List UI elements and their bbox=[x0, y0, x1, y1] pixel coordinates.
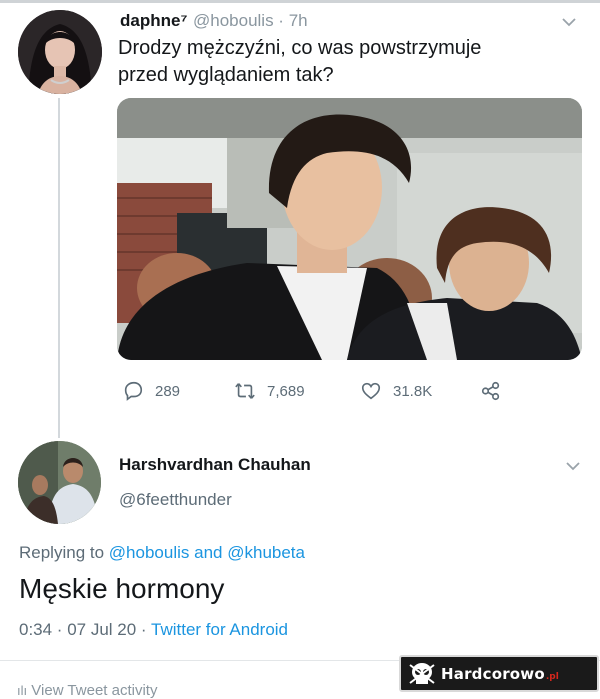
like-action[interactable]: 31.8K bbox=[360, 378, 432, 404]
activity-icon: ılı bbox=[17, 683, 28, 698]
retweet-count: 7,689 bbox=[267, 382, 305, 400]
reply-action[interactable]: 289 bbox=[122, 378, 180, 404]
comment-icon bbox=[124, 381, 143, 401]
chevron-down-icon[interactable] bbox=[562, 14, 576, 27]
heart-icon bbox=[361, 382, 381, 400]
avatar[interactable] bbox=[18, 10, 102, 94]
share-icon bbox=[481, 381, 500, 401]
source-link[interactable]: Twitter for Android bbox=[151, 620, 288, 639]
replying-and: and bbox=[194, 543, 223, 562]
reply-text: Męskie hormony bbox=[19, 573, 225, 604]
retweet-action[interactable]: 7,689 bbox=[234, 378, 305, 404]
watermark: Hardcorowo .pl bbox=[399, 655, 599, 692]
top-border bbox=[0, 0, 600, 3]
watermark-text: Hardcorowo bbox=[441, 664, 545, 683]
tweet-photo[interactable] bbox=[117, 98, 582, 360]
author-name[interactable]: daphne⁷ bbox=[120, 11, 187, 31]
watermark-suffix: .pl bbox=[545, 671, 559, 682]
reply-author-handle[interactable]: @6feetthunder bbox=[119, 490, 232, 510]
tweet-text-line: Drodzy mężczyźni, co was powstrzymuje bbox=[118, 37, 482, 59]
replying-prefix: Replying to bbox=[19, 543, 105, 562]
chevron-down-icon[interactable] bbox=[566, 458, 580, 471]
reply-author-name[interactable]: Harshvardhan Chauhan bbox=[119, 455, 311, 475]
thread-line bbox=[58, 98, 60, 438]
retweet-icon bbox=[235, 383, 255, 399]
replying-to: Replying to @hoboulis and @khubeta bbox=[19, 543, 305, 563]
mention-link[interactable]: @hoboulis bbox=[109, 543, 190, 562]
tweet-text: Drodzy mężczyźni, co was powstrzymuje pr… bbox=[118, 35, 558, 89]
like-count: 31.8K bbox=[393, 382, 433, 400]
tweet-text-line: przed wyglądaniem tak? bbox=[118, 64, 334, 86]
avatar[interactable] bbox=[18, 441, 101, 524]
author-handle-time[interactable]: @hoboulis · 7h bbox=[193, 11, 308, 31]
reply-count: 289 bbox=[155, 382, 181, 400]
share-action[interactable] bbox=[480, 378, 513, 404]
view-activity-link[interactable]: ılı View Tweet activity bbox=[17, 682, 157, 699]
activity-label: View Tweet activity bbox=[31, 682, 158, 699]
skull-icon bbox=[409, 662, 435, 684]
mention-link[interactable]: @khubeta bbox=[227, 543, 305, 562]
timestamp: 0:34 · 07 Jul 20 · bbox=[19, 620, 147, 639]
tweet-meta: 0:34 · 07 Jul 20 · Twitter for Android bbox=[19, 620, 288, 640]
